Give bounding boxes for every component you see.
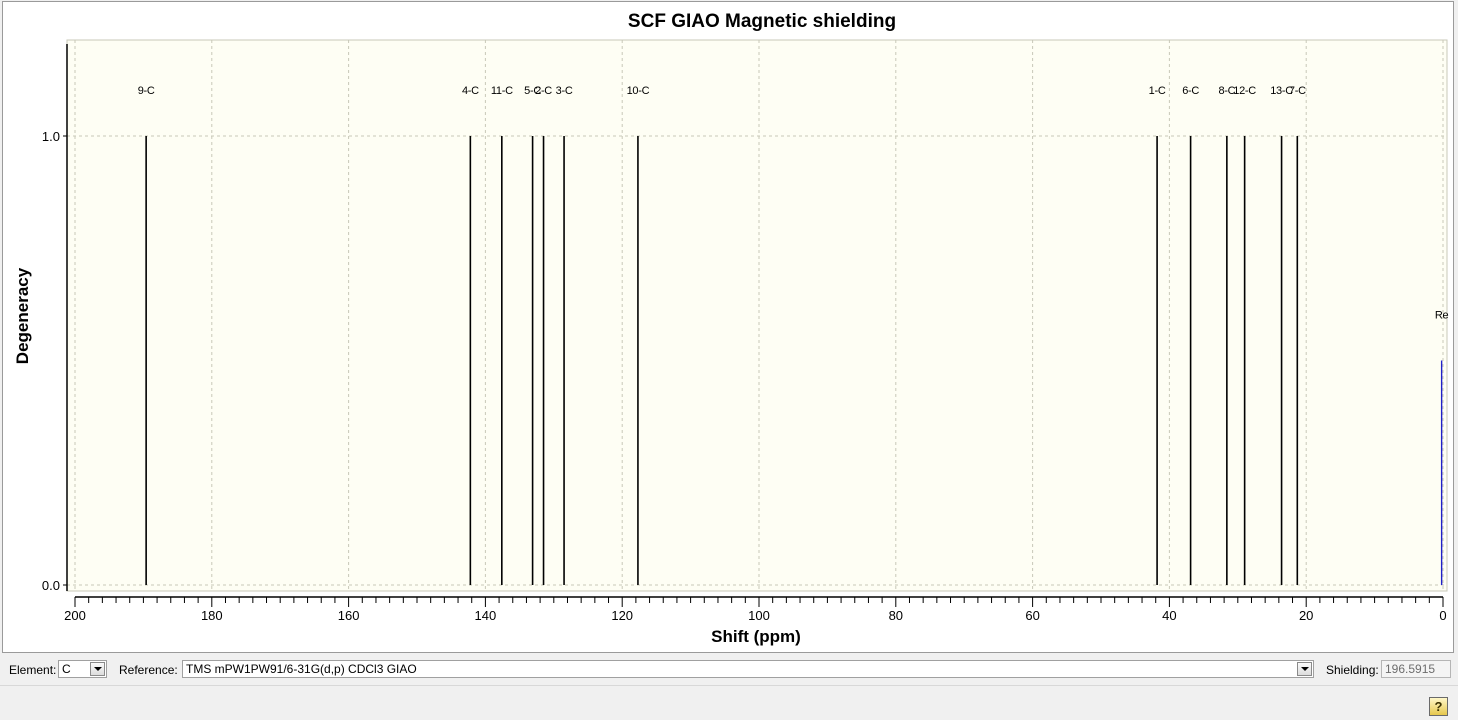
shielding-label: Shielding: bbox=[1326, 663, 1379, 677]
plot-area bbox=[66, 39, 1448, 592]
question-help-icon[interactable]: ? bbox=[1429, 697, 1448, 716]
peak-label: 2-C bbox=[535, 85, 552, 97]
chart-title: SCF GIAO Magnetic shielding bbox=[628, 11, 896, 32]
peak-label: Re bbox=[1435, 310, 1449, 322]
peak-label: 4-C bbox=[462, 85, 479, 97]
spectrum-chart: SCF GIAO Magnetic shielding 0.0 1.0 200 180 1… bbox=[2, 1, 1454, 653]
peak-label: 6-C bbox=[1182, 85, 1199, 97]
reference-select[interactable]: TMS mPW1PW91/6-31G(d,p) CDCl3 GIAO bbox=[182, 660, 1314, 678]
element-label: Element: bbox=[9, 663, 57, 677]
x-tick-label: 120 bbox=[611, 608, 633, 623]
peak-label: 11-C bbox=[491, 85, 513, 97]
peak-label: 7-C bbox=[1289, 85, 1306, 97]
element-select[interactable]: C bbox=[58, 660, 107, 678]
x-tick-label: 100 bbox=[748, 608, 770, 623]
x-tick-label: 180 bbox=[201, 608, 223, 623]
x-tick-label: 200 bbox=[64, 608, 86, 623]
x-tick-label: 160 bbox=[338, 608, 360, 623]
y-axis-label: Degeneracy bbox=[13, 267, 32, 364]
spectrum-plot: SCF GIAO Magnetic shielding0.01.0200 180 1… bbox=[13, 11, 1449, 646]
peak-label: 3-C bbox=[556, 85, 573, 97]
footer-divider bbox=[0, 685, 1458, 686]
peak-label: 1-C bbox=[1149, 85, 1166, 97]
x-tick-label: 40 bbox=[1162, 608, 1176, 623]
y-tick-label: 0.0 bbox=[42, 578, 60, 593]
x-tick-label: 0 bbox=[1439, 608, 1446, 623]
reference-select-value: TMS mPW1PW91/6-31G(d,p) CDCl3 GIAO bbox=[186, 662, 417, 676]
reference-label: Reference: bbox=[119, 663, 178, 677]
peak-label: 12-C bbox=[1233, 85, 1256, 97]
shielding-field: 196.5915 bbox=[1381, 660, 1451, 678]
x-tick-label: 80 bbox=[889, 608, 903, 623]
element-dropdown-arrow-icon[interactable] bbox=[90, 662, 105, 676]
x-tick-label: 140 bbox=[475, 608, 497, 623]
x-axis-label: Shift (ppm) bbox=[711, 627, 801, 646]
y-tick-label: 1.0 bbox=[42, 129, 60, 144]
element-select-value: C bbox=[62, 662, 71, 676]
x-tick-label: 20 bbox=[1299, 608, 1313, 623]
peak-label: 9-C bbox=[138, 85, 155, 97]
peak-label: 10-C bbox=[627, 85, 650, 97]
x-tick-label: 60 bbox=[1025, 608, 1039, 623]
controls-bar: Element: C Reference: TMS mPW1PW91/6-31G… bbox=[0, 656, 1458, 684]
reference-dropdown-arrow-icon[interactable] bbox=[1297, 662, 1312, 676]
